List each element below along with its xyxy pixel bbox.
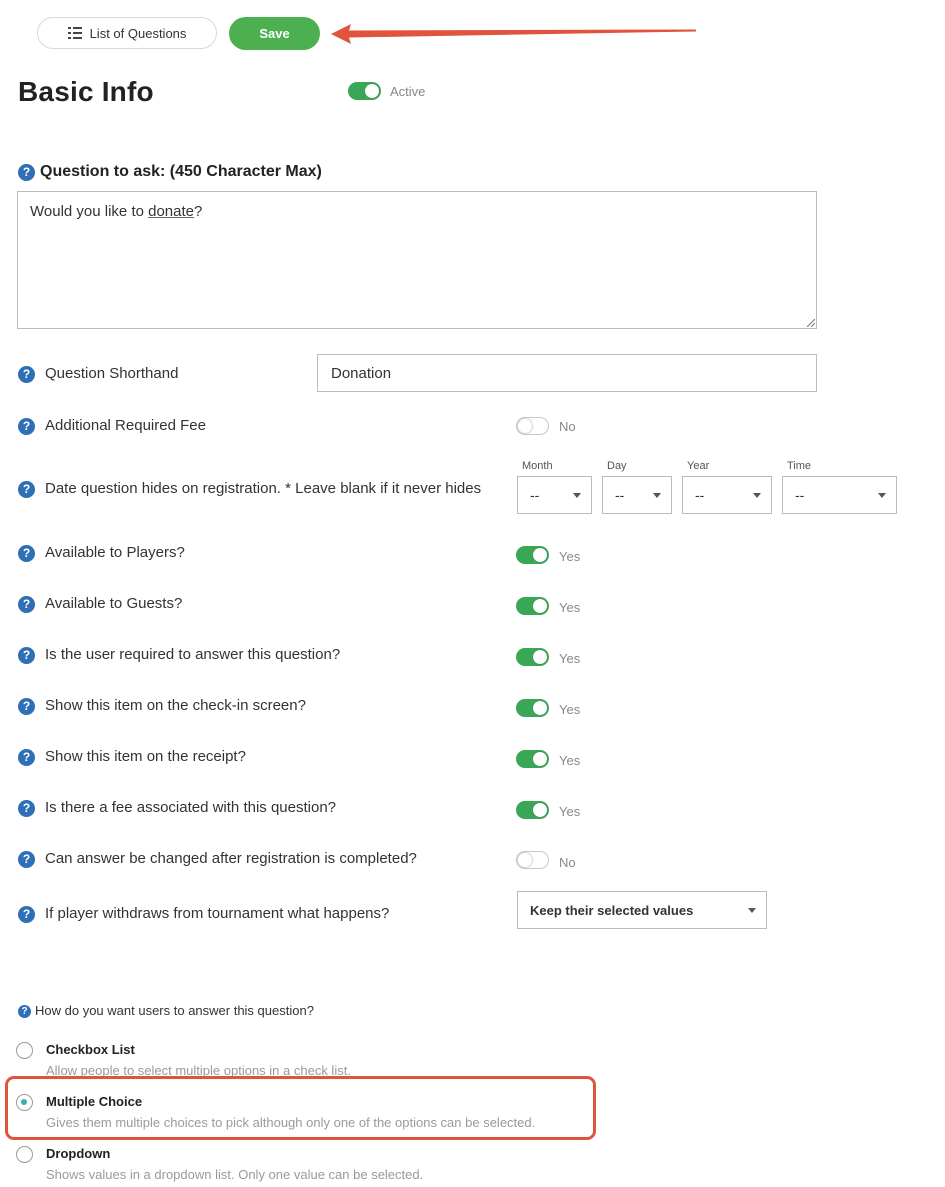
question-mark-icon[interactable]: ? [18, 851, 35, 868]
save-button[interactable]: Save [229, 17, 320, 50]
red-arrow-icon [331, 24, 696, 44]
question-text-underlined: donate [148, 203, 195, 220]
active-toggle[interactable] [348, 82, 381, 100]
setting-label: Available to Guests? [45, 595, 183, 612]
dropdown-desc: Shows values in a dropdown list. Only on… [46, 1167, 424, 1182]
time-header: Time [787, 460, 812, 472]
chevron-down-icon [748, 908, 756, 913]
dropdown-title: Dropdown [46, 1146, 111, 1161]
question-mark-icon[interactable]: ? [18, 1005, 31, 1018]
setting-label: Show this item on the check-in screen? [45, 697, 306, 714]
multiple-choice-radio[interactable] [16, 1094, 33, 1111]
dropdown-radio[interactable] [16, 1146, 33, 1163]
checkbox-list-radio[interactable] [16, 1042, 33, 1059]
active-label: Active [390, 84, 426, 99]
question-mark-icon[interactable]: ? [18, 749, 35, 766]
date-hide-label: Date question hides on registration. * L… [45, 480, 482, 497]
year-value: -- [695, 487, 705, 503]
question-to-ask-label: Question to ask: (450 Character Max) [40, 163, 322, 180]
setting-state: Yes [559, 753, 581, 768]
day-select[interactable]: -- [602, 476, 672, 514]
month-value: -- [530, 487, 540, 503]
multiple-choice-title: Multiple Choice [46, 1094, 143, 1109]
setting-state: No [559, 855, 576, 870]
additional-fee-state: No [559, 419, 576, 434]
list-icon [67, 27, 82, 39]
setting-toggle[interactable] [516, 597, 549, 615]
day-header: Day [607, 460, 627, 472]
time-select[interactable]: -- [782, 476, 897, 514]
page-title: Basic Info [18, 76, 154, 107]
chevron-down-icon [878, 493, 886, 498]
setting-state: Yes [559, 702, 581, 717]
withdraw-label: If player withdraws from tournament what… [45, 905, 390, 922]
shorthand-label: Question Shorthand [45, 365, 179, 382]
setting-toggle[interactable] [516, 546, 549, 564]
time-value: -- [795, 487, 805, 503]
chevron-down-icon [653, 493, 661, 498]
additional-fee-label: Additional Required Fee [45, 417, 206, 434]
question-mark-icon[interactable]: ? [18, 418, 35, 435]
month-select[interactable]: -- [517, 476, 592, 514]
shorthand-input[interactable]: Donation [317, 354, 817, 392]
setting-toggle[interactable] [516, 750, 549, 768]
setting-toggle[interactable] [516, 851, 549, 869]
setting-state: Yes [559, 549, 581, 564]
question-mark-icon[interactable]: ? [18, 366, 35, 383]
day-value: -- [615, 487, 625, 503]
resize-handle-icon[interactable] [807, 319, 815, 327]
question-mark-icon[interactable]: ? [18, 800, 35, 817]
question-mark-icon[interactable]: ? [18, 698, 35, 715]
checkbox-list-title: Checkbox List [46, 1042, 135, 1057]
setting-toggle[interactable] [516, 801, 549, 819]
chevron-down-icon [753, 493, 761, 498]
additional-fee-toggle[interactable] [516, 417, 549, 435]
setting-state: Yes [559, 651, 581, 666]
question-text-end: ? [194, 203, 203, 220]
list-of-questions-label: List of Questions [89, 25, 187, 41]
setting-label: Can answer be changed after registration… [45, 850, 417, 867]
chevron-down-icon [573, 493, 581, 498]
withdraw-select[interactable]: Keep their selected values [517, 891, 767, 929]
year-select[interactable]: -- [682, 476, 772, 514]
question-mark-icon[interactable]: ? [18, 545, 35, 562]
list-of-questions-button[interactable]: List of Questions [37, 17, 217, 49]
question-textarea[interactable]: Would you like to donate? [17, 191, 817, 329]
question-mark-icon[interactable]: ? [18, 906, 35, 923]
setting-label: Is there a fee associated with this ques… [45, 799, 337, 816]
setting-toggle[interactable] [516, 699, 549, 717]
month-header: Month [522, 460, 553, 472]
answer-type-question: How do you want users to answer this que… [35, 1003, 314, 1018]
question-mark-icon[interactable]: ? [18, 647, 35, 664]
setting-label: Available to Players? [45, 544, 185, 561]
shorthand-value: Donation [331, 364, 392, 382]
setting-label: Show this item on the receipt? [45, 748, 246, 765]
withdraw-value: Keep their selected values [530, 902, 694, 918]
question-mark-icon[interactable]: ? [18, 481, 35, 498]
setting-state: Yes [559, 600, 581, 615]
question-mark-icon[interactable]: ? [18, 164, 35, 181]
question-text-start: Would you like to [30, 203, 149, 220]
year-header: Year [687, 460, 710, 472]
setting-toggle[interactable] [516, 648, 549, 666]
question-mark-icon[interactable]: ? [18, 596, 35, 613]
multiple-choice-desc: Gives them multiple choices to pick alth… [46, 1115, 536, 1130]
setting-label: Is the user required to answer this ques… [45, 646, 341, 663]
setting-state: Yes [559, 804, 581, 819]
